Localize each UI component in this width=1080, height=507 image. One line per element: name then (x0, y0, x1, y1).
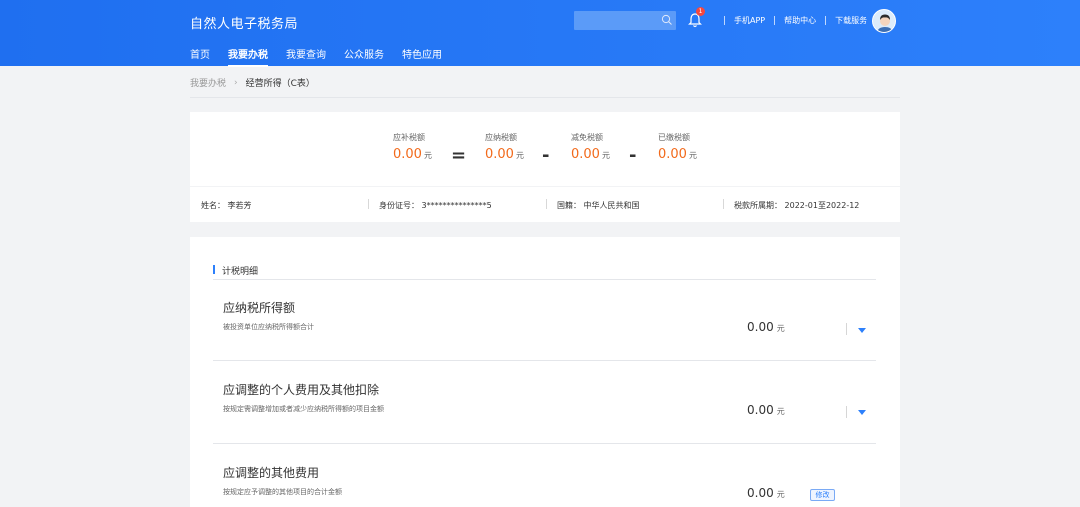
caret-down-icon[interactable] (858, 410, 866, 415)
caret-down-icon[interactable] (858, 328, 866, 333)
summary-value: 0.00 元 (485, 147, 524, 162)
amount: 0.00 (393, 147, 422, 162)
unit: 元 (776, 324, 785, 333)
amount: 0.00 (485, 147, 514, 162)
divider (546, 199, 547, 209)
nav-featured-apps[interactable]: 特色应用 (402, 46, 442, 67)
divider (825, 16, 827, 25)
tax-summary-card: 应补税额 0.00 元 = 应纳税额 0.00 元 - 减免税额 0.00 元 - 已… (190, 112, 900, 186)
minus-operator: - (629, 145, 637, 166)
amount: 0.00 (747, 403, 774, 417)
taxpayer-info-bar: 姓名： 李若芳 身份证号： 3***************5 国籍： 中华人民… (190, 187, 900, 222)
taxpayer-name: 姓名： 李若芳 (201, 201, 252, 210)
unit: 元 (688, 151, 697, 160)
amount: 0.00 (747, 486, 774, 500)
row-amount: 0.00 元 (747, 486, 785, 500)
divider (213, 279, 876, 280)
amount: 0.00 (571, 147, 600, 162)
divider (190, 97, 900, 98)
nav-query[interactable]: 我要查询 (286, 46, 326, 67)
summary-payable-supplement: 应补税额 0.00 元 (393, 132, 432, 162)
row-description: 被投资单位应纳税所得额合计 (223, 323, 314, 331)
breadcrumb: 我要办税 › 经营所得（C表） (190, 76, 315, 90)
divider (213, 360, 876, 361)
user-avatar-icon (873, 10, 895, 32)
summary-label: 减免税额 (571, 133, 603, 142)
taxpayer-id-number: 身份证号： 3***************5 (379, 201, 492, 210)
top-links: 手机APP 帮助中心 下载服务 (715, 15, 867, 26)
summary-tax-payable: 应纳税额 0.00 元 (485, 132, 524, 162)
nav-tax-handling[interactable]: 我要办税 (228, 46, 268, 67)
divider (368, 199, 369, 209)
row-title: 应调整的其他费用 (223, 466, 320, 480)
unit: 元 (601, 151, 610, 160)
summary-label: 应纳税额 (485, 133, 517, 142)
row-title: 应纳税所得额 (223, 301, 296, 315)
summary-value: 0.00 元 (658, 147, 697, 162)
unit: 元 (423, 151, 432, 160)
minus-operator: - (542, 145, 550, 166)
taxpayer-nationality: 国籍： 中华人民共和国 (557, 201, 640, 210)
divider (213, 443, 876, 444)
summary-label: 已缴税额 (658, 133, 690, 142)
link-help-center[interactable]: 帮助中心 (784, 15, 816, 26)
summary-label: 应补税额 (393, 133, 425, 142)
divider (723, 199, 724, 209)
summary-value: 0.00 元 (571, 147, 610, 162)
amount: 0.00 (747, 320, 774, 334)
avatar[interactable] (872, 9, 896, 33)
divider (846, 323, 847, 335)
unit: 元 (776, 490, 785, 499)
row-amount: 0.00 元 (747, 320, 785, 334)
unit: 元 (515, 151, 524, 160)
main-nav: 首页 我要办税 我要查询 公众服务 特色应用 (190, 46, 460, 67)
equals-operator: = (451, 145, 467, 166)
tax-details-card: 计税明细 应纳税所得额 被投资单位应纳税所得额合计 0.00 元 应调整的个人费用… (190, 237, 900, 507)
nav-home[interactable]: 首页 (190, 46, 210, 67)
link-download[interactable]: 下载服务 (835, 15, 867, 26)
search-input[interactable] (574, 11, 676, 30)
divider (724, 16, 725, 25)
tax-period: 税款所属期： 2022-01至2022-12 (734, 201, 860, 210)
section-title: 计税明细 (213, 264, 258, 277)
divider (774, 16, 776, 25)
summary-tax-relief: 减免税额 0.00 元 (571, 132, 610, 162)
breadcrumb-parent[interactable]: 我要办税 (190, 76, 226, 89)
summary-tax-paid: 已缴税额 0.00 元 (658, 132, 697, 162)
site-title: 自然人电子税务局 (190, 17, 299, 32)
edit-button[interactable]: 修改 (810, 489, 835, 501)
chevron-right-icon: › (234, 77, 238, 88)
top-header: 自然人电子税务局 首页 我要办税 我要查询 公众服务 特色应用 1 手机APP … (0, 0, 1080, 67)
row-description: 按规定需调整增加或者减少应纳税所得额的项目金额 (223, 405, 384, 413)
amount: 0.00 (658, 147, 687, 162)
row-amount: 0.00 元 (747, 403, 785, 417)
link-mobile-app[interactable]: 手机APP (734, 15, 765, 26)
divider (846, 406, 847, 418)
summary-value: 0.00 元 (393, 147, 432, 162)
breadcrumb-current: 经营所得（C表） (245, 79, 315, 89)
nav-public-service[interactable]: 公众服务 (344, 46, 384, 67)
notification-badge: 1 (696, 7, 705, 16)
unit: 元 (776, 407, 785, 416)
row-description: 按规定应予调整的其他项目的合计金额 (223, 488, 342, 496)
search-icon[interactable] (661, 14, 673, 26)
row-title: 应调整的个人费用及其他扣除 (223, 383, 380, 397)
